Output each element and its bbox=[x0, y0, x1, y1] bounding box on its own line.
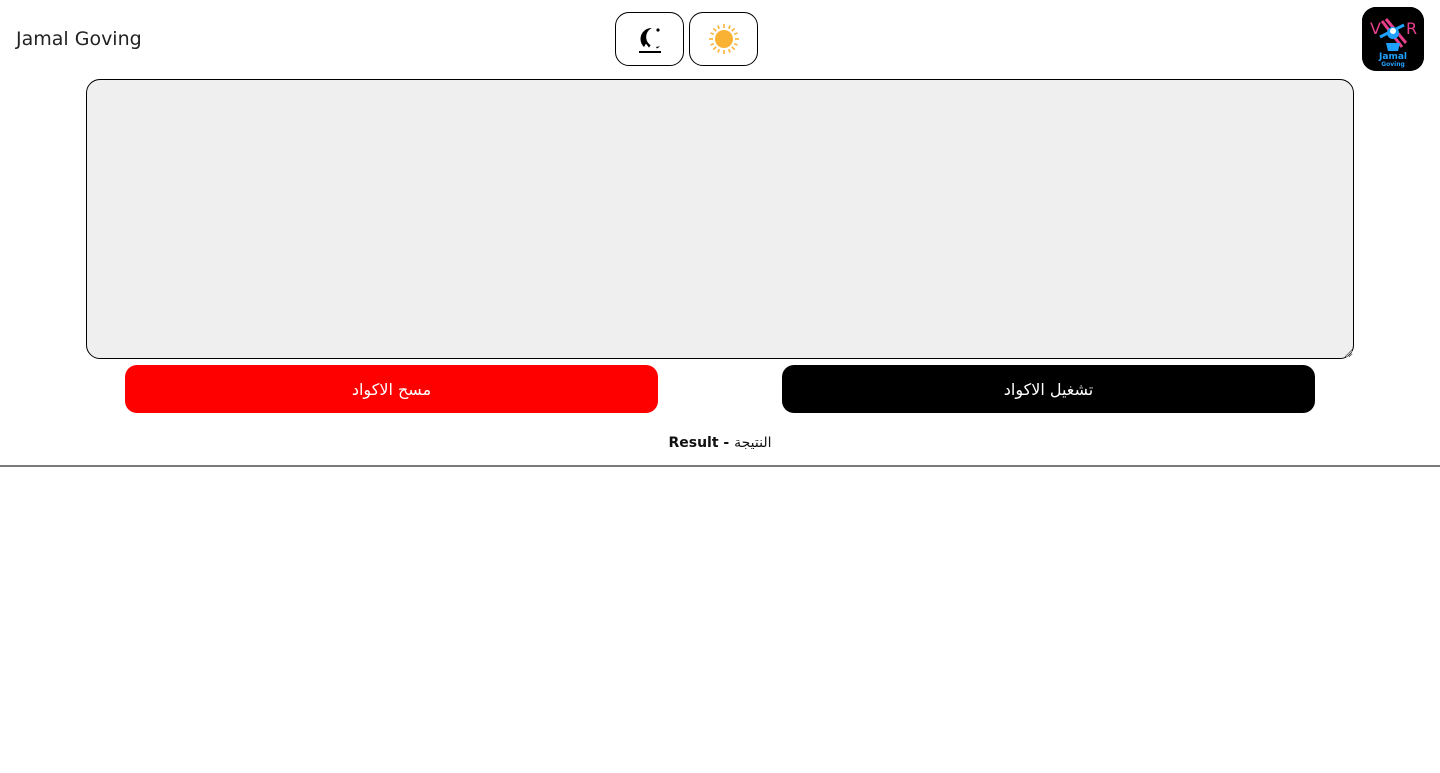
clear-code-label: مسح الاكواد bbox=[351, 379, 432, 399]
result-label-en: Result bbox=[668, 435, 719, 451]
logo-image: V R Jamal Goving bbox=[1362, 7, 1424, 71]
sun-icon bbox=[708, 24, 739, 54]
run-code-label: تشغيل الاكواد bbox=[1003, 379, 1094, 399]
run-code-button[interactable]: تشغيل الاكواد bbox=[782, 365, 1315, 413]
result-separator: - bbox=[718, 435, 735, 451]
moon-icon bbox=[638, 27, 661, 53]
result-label-ar: النتيجة bbox=[734, 435, 772, 451]
code-editor[interactable] bbox=[86, 79, 1354, 359]
logo-text-bottom: Goving bbox=[1381, 61, 1405, 68]
result-heading: Result - النتيجة bbox=[0, 435, 1440, 451]
light-mode-button[interactable] bbox=[689, 12, 758, 66]
svg-text:R: R bbox=[1406, 19, 1417, 38]
svg-text:V: V bbox=[1370, 19, 1381, 38]
app-logo[interactable]: V R Jamal Goving bbox=[1362, 7, 1424, 71]
brand-name: Jamal Goving bbox=[16, 28, 142, 50]
result-output bbox=[0, 467, 1440, 773]
clear-code-button[interactable]: مسح الاكواد bbox=[125, 365, 658, 413]
dark-mode-button[interactable] bbox=[615, 12, 684, 66]
